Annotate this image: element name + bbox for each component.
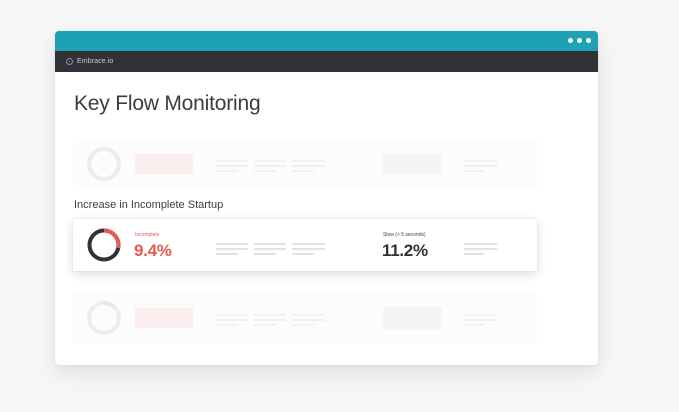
text-placeholder — [216, 243, 248, 255]
dot — [577, 38, 582, 43]
text-placeholder — [292, 160, 325, 172]
window-titlebar — [55, 31, 598, 51]
text-placeholder — [292, 243, 325, 255]
dot — [568, 38, 573, 43]
embrace-logo-icon[interactable] — [66, 58, 73, 65]
more-dots-icon[interactable] — [568, 38, 591, 43]
text-placeholder — [216, 160, 248, 172]
metric-placeholder — [383, 153, 442, 175]
incomplete-value: 9.4% — [134, 241, 172, 260]
app-header: Embrace.io — [55, 51, 598, 72]
slow-label: Slow (> 5 seconds) — [383, 232, 426, 238]
text-placeholder — [464, 314, 497, 326]
page-title: Key Flow Monitoring — [74, 92, 261, 115]
text-placeholder — [464, 160, 497, 172]
incomplete-label: Incomplete — [135, 232, 160, 238]
text-placeholder — [254, 314, 286, 326]
text-placeholder — [216, 314, 248, 326]
brand-name[interactable]: Embrace.io — [77, 58, 113, 65]
text-placeholder — [254, 160, 286, 172]
donut-chart-icon — [87, 147, 121, 181]
flow-card-placeholder[interactable] — [73, 292, 537, 344]
section-label: Increase in Incomplete Startup — [74, 199, 224, 211]
metric-placeholder — [383, 307, 442, 329]
incomplete-donut-chart — [87, 228, 121, 262]
text-placeholder — [292, 314, 325, 326]
dot — [586, 38, 591, 43]
metric-placeholder — [135, 308, 193, 328]
flow-card-incomplete-startup[interactable]: Incomplete 9.4% Slow (> 5 seconds) 11.2% — [73, 219, 537, 271]
slow-value: 11.2% — [382, 241, 428, 260]
text-placeholder — [254, 243, 286, 255]
browser-window: Embrace.io Key Flow Monitoring Increase … — [55, 31, 598, 365]
flow-card-placeholder[interactable] — [73, 138, 537, 190]
text-placeholder — [464, 243, 497, 255]
donut-chart-icon — [87, 301, 121, 335]
metric-placeholder — [135, 154, 193, 174]
